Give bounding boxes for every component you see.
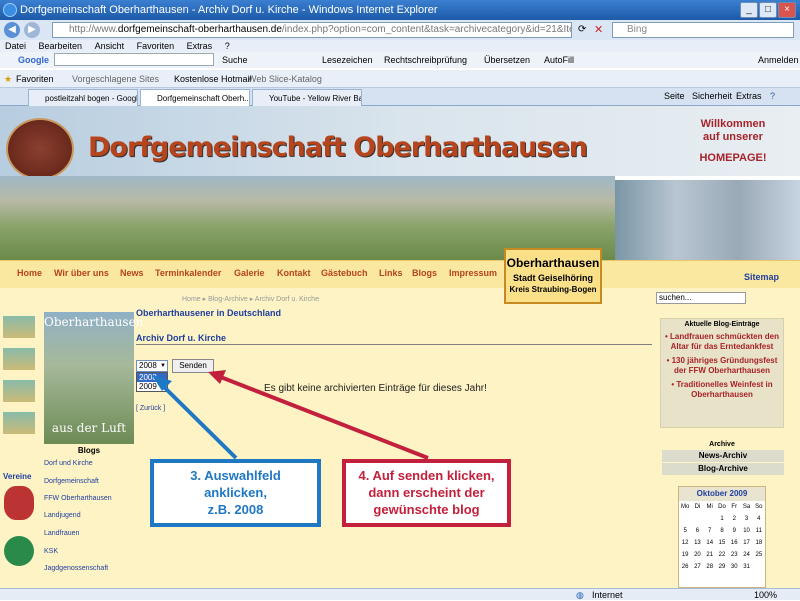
arrow-step4: [217, 374, 429, 460]
arrowhead-step3: [152, 375, 172, 391]
callout-step4-line: gewünschte blog: [373, 502, 480, 517]
callout-step4: 4. Auf senden klicken, dann erscheint de…: [342, 459, 511, 527]
callout-step3: 3. Auswahlfeld anklicken, z.B. 2008: [150, 459, 321, 527]
callout-step3-line: z.B. 2008: [207, 502, 264, 517]
status-bar: ◍ Internet 100%: [0, 588, 800, 600]
zoom-level[interactable]: 100%: [754, 589, 777, 601]
callout-step4-line: 4. Auf senden klicken,: [358, 468, 495, 483]
callout-step4-line: dann erscheint der: [368, 485, 485, 500]
globe-icon: ◍: [576, 590, 584, 600]
arrow-step3: [158, 381, 238, 460]
callout-step3-line: 3. Auswahlfeld: [190, 468, 281, 483]
zone-label: Internet: [592, 590, 623, 600]
callout-step3-line: anklicken,: [204, 485, 267, 500]
